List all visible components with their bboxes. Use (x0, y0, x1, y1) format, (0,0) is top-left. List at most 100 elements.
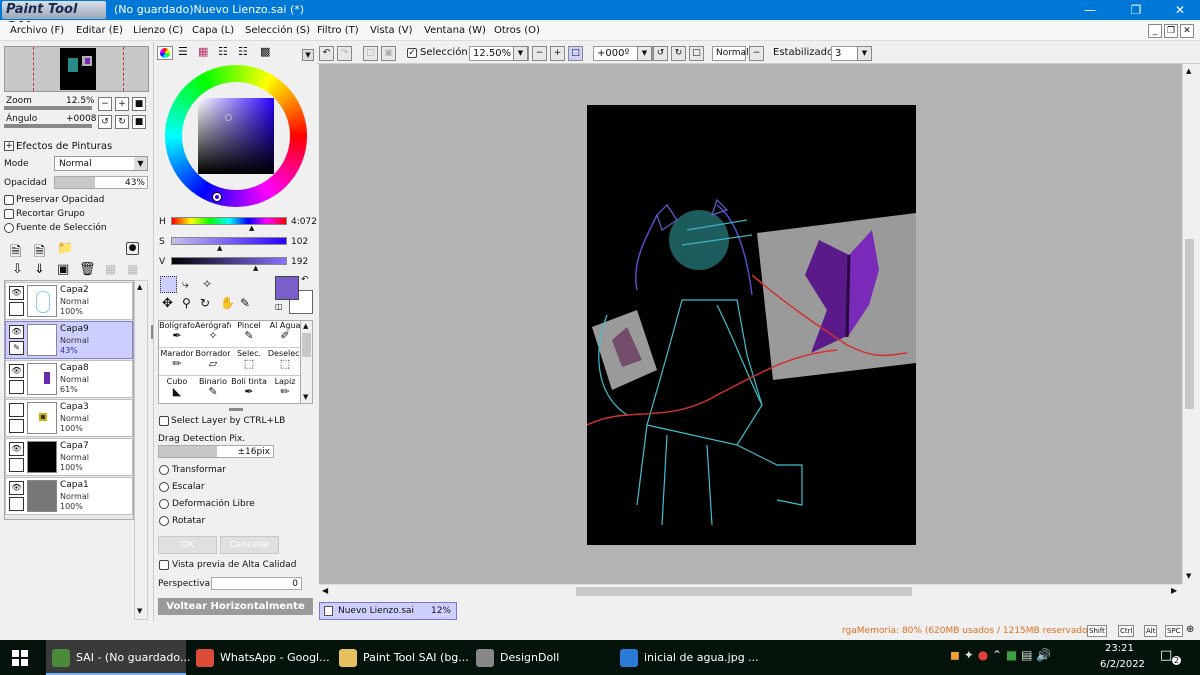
angle-slider[interactable] (4, 124, 92, 128)
close-button[interactable]: ✕ (1158, 0, 1200, 20)
blend-mode-field[interactable]: Normal (712, 46, 749, 61)
eye-icon[interactable] (9, 403, 24, 417)
doc-close-button[interactable]: ✕ (1180, 24, 1194, 38)
zoom-in-button[interactable]: + (115, 97, 129, 111)
blend-mode-button[interactable]: − (749, 46, 764, 61)
canvas-area[interactable] (319, 64, 1182, 584)
rect-select-tool[interactable] (160, 276, 177, 293)
opacity-slider[interactable]: 43% (54, 176, 148, 189)
eye-icon[interactable]: 👁 (9, 325, 24, 339)
taskbar-item[interactable]: WhatsApp - Googl... (190, 640, 330, 675)
saturation-slider[interactable] (171, 237, 287, 245)
navigator-preview[interactable] (4, 46, 149, 92)
tool-grid-scrollbar[interactable]: ▲ ▼ (300, 320, 313, 404)
tray-chevron-up-icon[interactable]: ⌃ (992, 648, 1002, 662)
value-slider[interactable] (171, 257, 287, 265)
mode-select[interactable]: Normal ▼ (54, 156, 148, 171)
ok-button[interactable]: OK (158, 536, 217, 554)
menu-editar[interactable]: Editar (E) (76, 25, 123, 36)
hand-icon[interactable]: ✋ (220, 296, 235, 310)
transform-radio[interactable] (159, 465, 169, 475)
layer-lock-box[interactable] (9, 497, 24, 511)
toolbar-zoom-out-button[interactable]: − (532, 46, 547, 61)
tool-brush[interactable]: Pincel ✎ (231, 321, 268, 348)
tool-marker[interactable]: Marador ✏ (159, 349, 196, 376)
deselect-button[interactable]: □ (363, 46, 378, 61)
drag-detection-slider[interactable]: ±16pix (158, 445, 274, 458)
tool-deselect-pen[interactable]: Deselec. ⬚ (267, 349, 304, 376)
vertical-scrollbar[interactable]: ▲ ▼ (1182, 64, 1196, 584)
free-deform-radio[interactable] (159, 499, 169, 509)
zoom-slider[interactable] (4, 106, 92, 110)
tool-binary-pen[interactable]: Binario ✎ (195, 377, 232, 403)
selection-checkbox[interactable]: ✓ (407, 48, 417, 58)
tools-scroll-up-icon[interactable]: ▲ (303, 322, 308, 330)
vertical-scroll-thumb[interactable] (1185, 239, 1194, 409)
toolbar-zoom-in-button[interactable]: + (550, 46, 565, 61)
vscroll-down-icon[interactable]: ▼ (1186, 572, 1191, 580)
expand-effects-icon[interactable]: + (4, 141, 14, 151)
rotate-radio[interactable] (159, 516, 169, 526)
merge-down-icon[interactable]: ⇓ (34, 262, 45, 277)
layer-row[interactable]: Capa3 Normal 100% (5, 399, 133, 437)
layer-scrollbar[interactable]: ▲ ▼ (134, 280, 148, 620)
eye-icon[interactable]: 👁 (9, 481, 24, 495)
tool-airbrush[interactable]: Aerógrafo ✧ (195, 321, 232, 348)
panel-menu-chevron-icon[interactable]: ▼ (302, 49, 314, 61)
perspective-slider[interactable]: 0 (211, 577, 302, 590)
layer-row[interactable]: 👁 Capa8 Normal 61% (5, 360, 133, 398)
windows-start-icon[interactable] (12, 650, 28, 666)
sv-square[interactable] (198, 98, 274, 174)
flip-horizontal-button[interactable]: Voltear Horizontalmente (158, 598, 313, 615)
stabilizer-chevron-icon[interactable]: ▼ (857, 46, 872, 61)
document-tab[interactable]: Nuevo Lienzo.sai 12% (319, 602, 457, 620)
menu-otros[interactable]: Otros (O) (494, 25, 540, 36)
delete-layer-icon[interactable]: 🗑 (79, 262, 96, 277)
tool-eraser[interactable]: Borrador ▱ (195, 349, 232, 376)
taskbar-item[interactable]: DesignDoll (470, 640, 610, 675)
clear-layer-icon[interactable]: ▣ (57, 262, 69, 277)
mixer-tab-icon[interactable]: ☷ (218, 45, 228, 58)
pen-icon[interactable]: ✎ (9, 341, 24, 355)
move-icon[interactable]: ✥ (162, 296, 173, 311)
canvas-document[interactable] (587, 105, 916, 545)
toolbar-rotate-left-button[interactable]: ↺ (653, 46, 668, 61)
zoom-dropdown-chevron-icon[interactable]: ▼ (513, 46, 528, 61)
clock-time[interactable]: 23:21 (1105, 643, 1134, 654)
color-wheel-tab[interactable] (157, 46, 173, 60)
new-folder-icon[interactable]: 📁 (57, 241, 73, 256)
zoom-icon[interactable]: ⚲ (182, 296, 191, 310)
eyedropper-icon[interactable]: ✎ (240, 296, 250, 310)
lasso-icon[interactable]: ⤷ (182, 277, 189, 292)
rotate-reset-button[interactable]: ■ (132, 115, 146, 129)
tray-color-icon[interactable]: ● (978, 648, 988, 662)
minimize-button[interactable]: — (1068, 0, 1112, 20)
toolbar-zoom-fit-button[interactable]: □ (568, 46, 583, 61)
transfer-down-icon[interactable]: ⇩ (12, 262, 23, 277)
horizontal-scroll-thumb[interactable] (576, 587, 912, 596)
taskbar-item[interactable]: SAI - (No guardado... (46, 640, 190, 675)
eye-icon[interactable]: 👁 (9, 442, 24, 456)
tool-bucket[interactable]: Cubo ◣ (159, 377, 196, 403)
menu-seleccion[interactable]: Selección (S) (245, 25, 310, 36)
restore-button[interactable]: ❐ (1114, 0, 1158, 20)
scroll-up-icon[interactable]: ▲ (137, 283, 142, 291)
menu-ventana[interactable]: Ventana (W) (424, 25, 486, 36)
invert-selection-button[interactable]: ▣ (381, 46, 396, 61)
cancel-button[interactable]: Cancelar (220, 536, 279, 554)
tray-sketch-icon[interactable]: ✦ (964, 648, 974, 662)
swatch-tab-icon[interactable]: ☷ (238, 45, 248, 58)
selection-source-radio[interactable] (4, 223, 14, 233)
taskbar-item[interactable]: Paint Tool SAI (bg... (333, 640, 469, 675)
preserve-opacity-checkbox[interactable] (4, 195, 14, 205)
scratchpad-tab-icon[interactable]: ▩ (260, 45, 270, 58)
tool-splitter[interactable] (229, 408, 243, 411)
color-set-tab-icon[interactable]: ▦ (198, 45, 208, 58)
undo-button[interactable]: ↶ (319, 46, 334, 61)
hue-slider[interactable] (171, 217, 287, 225)
eye-icon[interactable]: 👁 (9, 286, 24, 300)
tray-app-icon[interactable]: ◼ (950, 648, 960, 662)
tools-scroll-down-icon[interactable]: ▼ (303, 393, 308, 401)
notifications-icon[interactable]: □ 2 (1160, 648, 1182, 668)
tool-select-pen[interactable]: Selec. ⬚ (231, 349, 268, 376)
